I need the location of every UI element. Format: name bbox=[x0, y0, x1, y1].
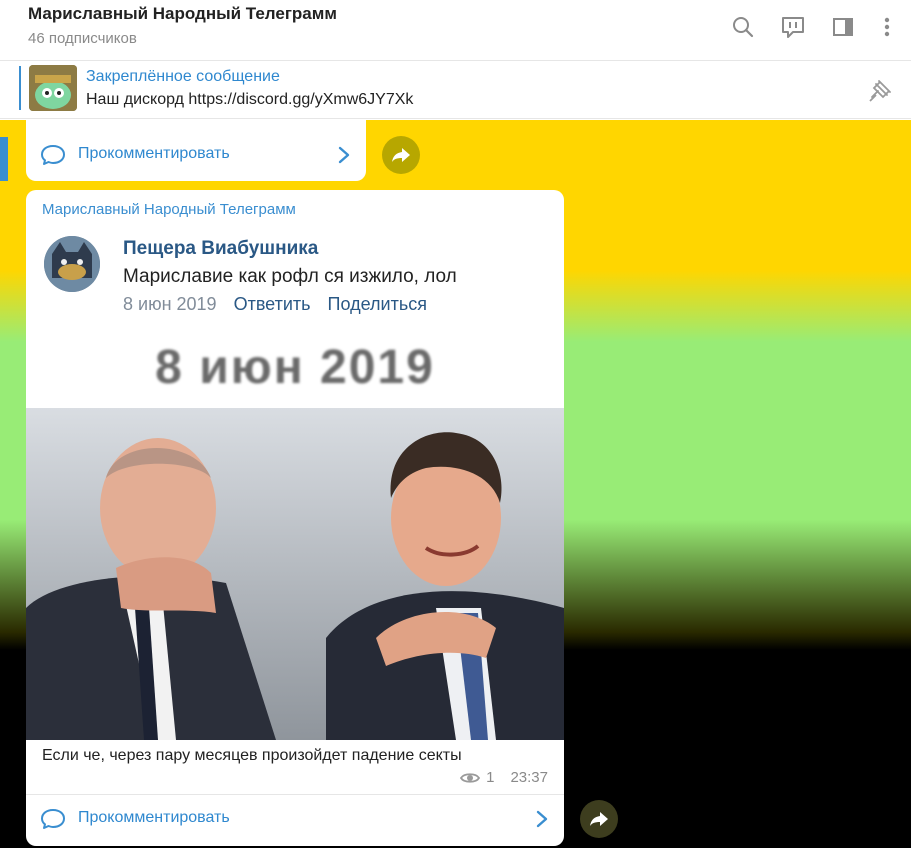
chat-header: Мариславный Народный Телеграмм 46 подпис… bbox=[0, 0, 911, 61]
share-button-previous[interactable] bbox=[382, 136, 420, 174]
vk-post-screenshot: Пещера Виабушника Мариславие как рофл ся… bbox=[26, 224, 564, 408]
pinned-message[interactable]: Закреплённое сообщение Наш дискорд https… bbox=[0, 61, 911, 119]
post-photo[interactable] bbox=[26, 408, 564, 740]
comment-button[interactable]: Прокомментировать bbox=[26, 793, 564, 845]
post-author[interactable]: Мариславный Народный Телеграмм bbox=[42, 201, 296, 218]
comments-icon[interactable] bbox=[778, 12, 808, 42]
unpin-icon[interactable] bbox=[866, 75, 896, 105]
vk-post-author: Пещера Виабушника bbox=[123, 238, 319, 259]
vk-post-meta: 8 июн 2019 Ответить Поделиться bbox=[123, 294, 439, 315]
search-icon[interactable] bbox=[728, 12, 758, 42]
post-meta: 1 23:37 bbox=[460, 769, 548, 786]
previous-comment-button[interactable]: Прокомментировать bbox=[26, 129, 366, 181]
view-count: 1 bbox=[486, 769, 495, 786]
subscriber-count: 46 подписчиков bbox=[28, 30, 137, 47]
sidebar-icon[interactable] bbox=[828, 12, 858, 42]
vk-post-date: 8 июн 2019 bbox=[123, 294, 217, 314]
more-icon[interactable] bbox=[872, 12, 902, 42]
share-button[interactable] bbox=[580, 800, 618, 838]
pinned-text: Наш дискорд https://discord.gg/yXmw6JY7X… bbox=[86, 91, 414, 108]
channel-title[interactable]: Мариславный Народный Телеграмм bbox=[28, 4, 337, 24]
post-time: 23:37 bbox=[510, 769, 548, 786]
vk-post-text: Мариславие как рофл ся изжило, лол bbox=[123, 266, 457, 287]
share-icon bbox=[590, 812, 608, 826]
eye-icon bbox=[460, 772, 481, 783]
comment-label: Прокомментировать bbox=[78, 809, 230, 826]
comment-label: Прокомментировать bbox=[78, 145, 230, 162]
comment-icon bbox=[40, 143, 66, 167]
pinned-thumbnail bbox=[29, 65, 77, 111]
pinned-bar bbox=[19, 66, 21, 110]
pinned-title: Закреплённое сообщение bbox=[86, 68, 280, 85]
post-caption: Если че, через пару месяцев произойдет п… bbox=[42, 747, 462, 764]
share-icon bbox=[392, 148, 410, 162]
chevron-right-icon bbox=[532, 808, 552, 830]
post-bubble: Мариславный Народный Телеграмм Пещера Ви… bbox=[26, 190, 564, 846]
vk-share-link: Поделиться bbox=[327, 294, 427, 314]
chevron-right-icon bbox=[334, 144, 354, 166]
big-date-overlay: 8 июн 2019 bbox=[155, 341, 435, 394]
comment-icon bbox=[40, 807, 66, 831]
previous-post-bubble: Прокомментировать bbox=[26, 120, 366, 181]
scroll-indicator bbox=[0, 137, 8, 181]
vk-reply-link: Ответить bbox=[233, 294, 311, 314]
vk-avatar bbox=[44, 236, 100, 292]
chat-area[interactable]: Прокомментировать Мариславный Народный Т… bbox=[0, 120, 911, 848]
